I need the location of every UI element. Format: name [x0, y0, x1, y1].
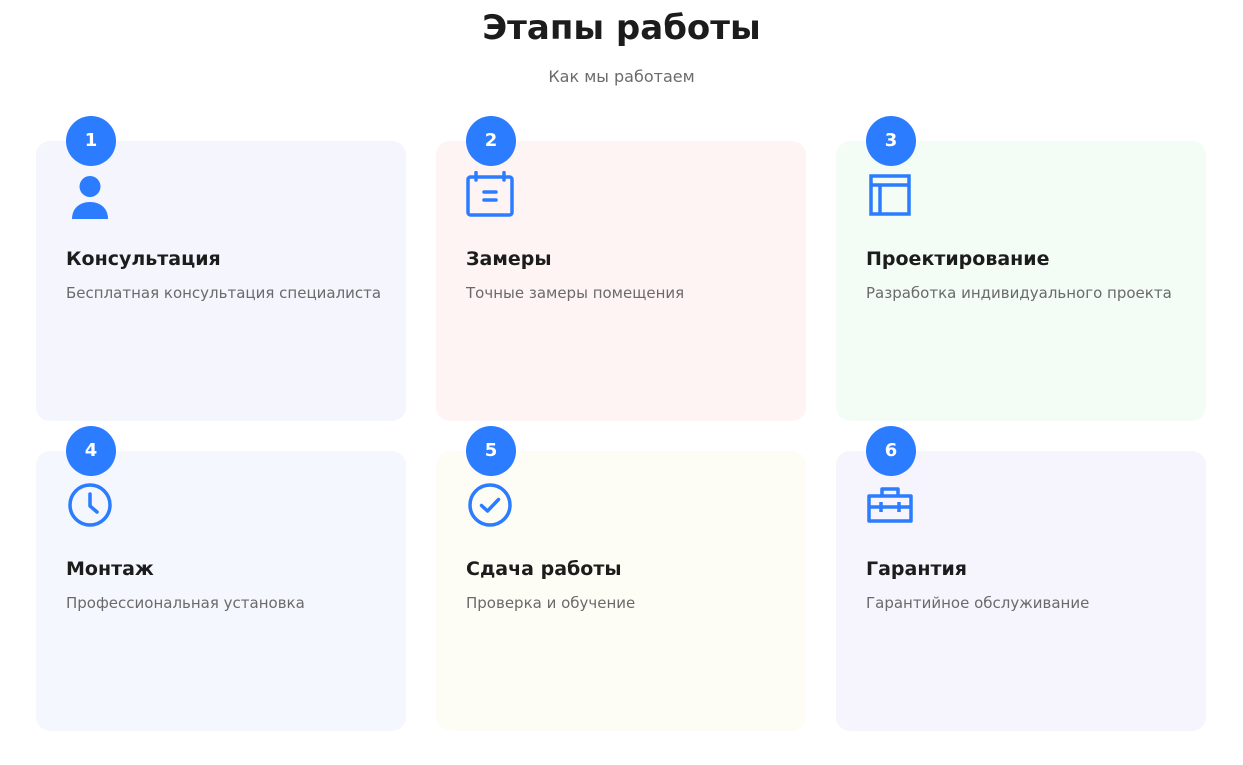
user-icon [66, 171, 114, 219]
step-card-handover: 5 Сдача работы Проверка и обучение [436, 426, 806, 731]
step-card-installation: 4 Монтаж Профессиональная установка [36, 426, 406, 731]
steps-grid: 1 Консультация Бесплатная консультация с… [36, 116, 1206, 731]
step-number-badge: 4 [66, 426, 116, 476]
step-description: Бесплатная консультация специалиста [66, 284, 382, 302]
step-card-design: 3 Проектирование Разработка индивидуальн… [836, 116, 1206, 421]
step-card-warranty: 6 Гарантия Гарантийное обслуживание [836, 426, 1206, 731]
check-circle-icon [466, 481, 514, 529]
step-title: Консультация [66, 248, 221, 270]
step-title: Проектирование [866, 248, 1050, 270]
step-number-badge: 3 [866, 116, 916, 166]
step-description: Профессиональная установка [66, 594, 305, 612]
step-title: Замеры [466, 248, 552, 270]
layout-icon [866, 171, 914, 219]
step-title: Сдача работы [466, 558, 622, 580]
section-subtitle: Как мы работаем [548, 67, 695, 86]
toolbox-icon [866, 481, 914, 529]
step-description: Разработка индивидуального проекта [866, 284, 1172, 302]
step-number-badge: 6 [866, 426, 916, 476]
step-number-badge: 2 [466, 116, 516, 166]
step-title: Монтаж [66, 558, 154, 580]
step-title: Гарантия [866, 558, 968, 580]
calendar-icon [466, 171, 514, 219]
step-card-measurements: 2 Замеры Точные замеры помещения [436, 116, 806, 421]
section-title: Этапы работы [482, 8, 761, 48]
step-description: Гарантийное обслуживание [866, 594, 1090, 612]
step-number-badge: 5 [466, 426, 516, 476]
step-number-badge: 1 [66, 116, 116, 166]
step-card-consultation: 1 Консультация Бесплатная консультация с… [36, 116, 406, 421]
step-description: Точные замеры помещения [466, 284, 685, 302]
clock-icon [66, 481, 114, 529]
step-description: Проверка и обучение [466, 594, 636, 612]
